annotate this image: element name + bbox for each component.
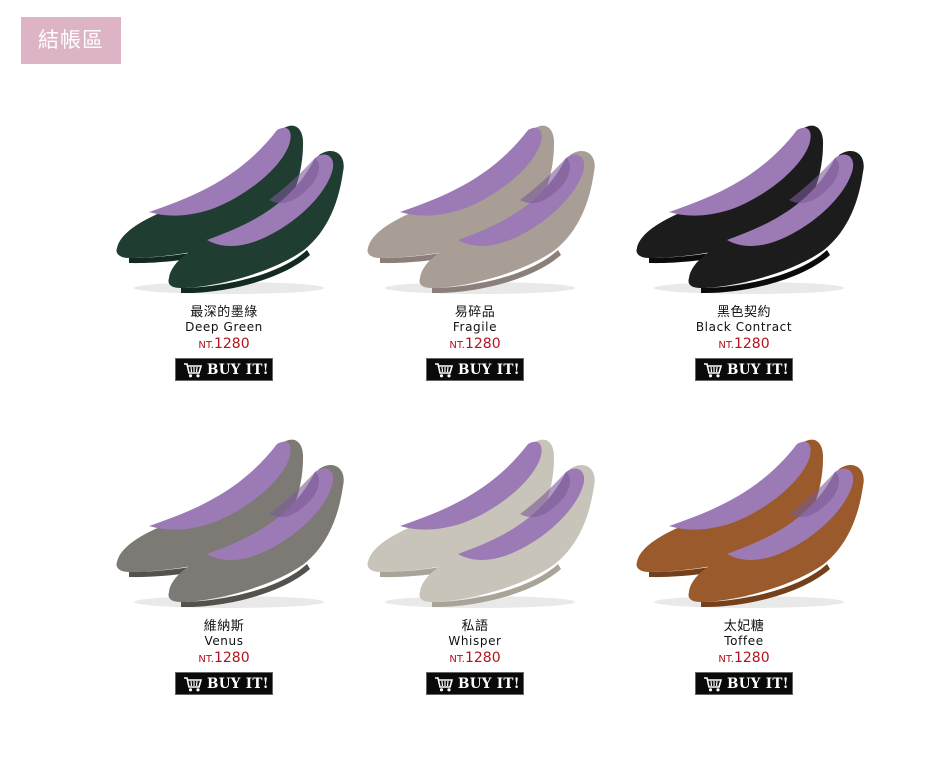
cart-icon [435,363,454,378]
price-value: 1280 [733,650,770,666]
product-info: 最深的墨綠 Deep Green NT.1280 BUY IT! [89,305,359,385]
buy-it-button[interactable]: BUY IT! [695,672,793,695]
cart-icon [184,677,203,692]
buy-it-button[interactable]: BUY IT! [695,358,793,381]
product-info: 私語 Whisper NT.1280 BUY IT! [340,619,610,699]
product-card: 太妃糖 Toffee NT.1280 BUY IT! [609,414,879,714]
price-value: 1280 [213,650,250,666]
buy-it-label: BUY IT! [207,676,269,692]
product-name-en: Black Contract [695,320,793,334]
product-card: 易碎品 Fragile NT.1280 BUY IT! [340,100,610,400]
buy-it-button[interactable]: BUY IT! [175,672,273,695]
product-grid: 最深的墨綠 Deep Green NT.1280 BUY IT! 易碎品 Fragile… [0,0,950,772]
shoe-image[interactable] [89,100,359,300]
product-card: 最深的墨綠 Deep Green NT.1280 BUY IT! [89,100,359,400]
product-name-zh: 私語 [461,619,489,634]
product-price: NT.1280 [340,335,610,355]
price-value: 1280 [464,336,501,352]
shoe-image[interactable] [89,414,359,614]
product-price: NT.1280 [340,649,610,669]
product-price: NT.1280 [609,335,879,355]
buy-it-button[interactable]: BUY IT! [175,358,273,381]
price-value: 1280 [464,650,501,666]
buy-it-label: BUY IT! [458,362,520,378]
product-name-zh: 最深的墨綠 [190,305,258,320]
product-info: 維納斯 Venus NT.1280 BUY IT! [89,619,359,699]
price-currency: NT. [718,340,734,351]
product-name-en: Whisper [448,634,502,648]
product-card: 黑色契約 Black Contract NT.1280 BUY IT! [609,100,879,400]
product-name-en: Fragile [452,320,498,334]
shoe-image[interactable] [340,100,610,300]
product-name-zh: 黑色契約 [716,305,771,320]
product-card: 私語 Whisper NT.1280 BUY IT! [340,414,610,714]
price-currency: NT. [198,340,214,351]
shoe-image[interactable] [609,100,879,300]
cart-icon [184,363,203,378]
buy-it-label: BUY IT! [727,362,789,378]
product-price: NT.1280 [609,649,879,669]
buy-it-label: BUY IT! [207,362,269,378]
price-currency: NT. [198,654,214,665]
price-currency: NT. [718,654,734,665]
cart-icon [704,677,723,692]
price-value: 1280 [733,336,770,352]
product-name-zh: 維納斯 [203,619,245,634]
buy-it-label: BUY IT! [727,676,789,692]
product-price: NT.1280 [89,335,359,355]
product-price: NT.1280 [89,649,359,669]
cart-icon [704,363,723,378]
product-name-zh: 易碎品 [454,305,496,320]
buy-it-button[interactable]: BUY IT! [426,672,524,695]
product-name-en: Venus [204,634,244,648]
product-info: 易碎品 Fragile NT.1280 BUY IT! [340,305,610,385]
buy-it-label: BUY IT! [458,676,520,692]
shoe-image[interactable] [609,414,879,614]
shoe-image[interactable] [340,414,610,614]
product-info: 黑色契約 Black Contract NT.1280 BUY IT! [609,305,879,385]
price-currency: NT. [449,340,465,351]
product-name-en: Toffee [724,634,764,648]
product-name-zh: 太妃糖 [723,619,765,634]
product-info: 太妃糖 Toffee NT.1280 BUY IT! [609,619,879,699]
buy-it-button[interactable]: BUY IT! [426,358,524,381]
product-card: 維納斯 Venus NT.1280 BUY IT! [89,414,359,714]
price-currency: NT. [449,654,465,665]
price-value: 1280 [213,336,250,352]
cart-icon [435,677,454,692]
product-name-en: Deep Green [185,320,263,334]
